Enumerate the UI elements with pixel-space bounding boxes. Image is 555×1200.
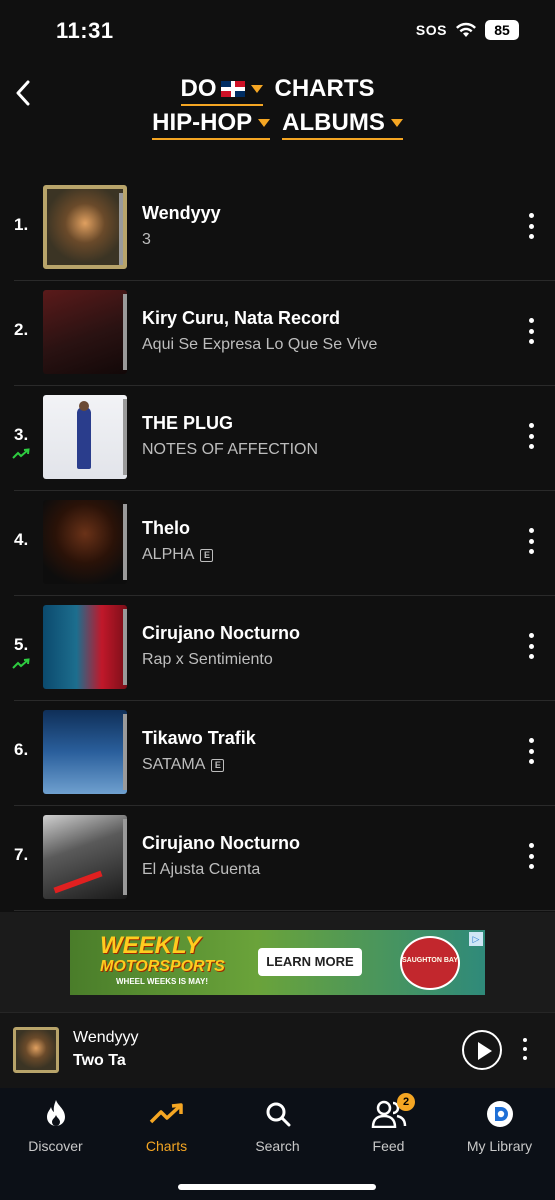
tab-feed[interactable]: 2 Feed xyxy=(333,1093,444,1154)
tab-label: Feed xyxy=(372,1138,405,1154)
artist-name: Cirujano Nocturno xyxy=(142,833,300,853)
artist-name: Tikawo Trafik xyxy=(142,728,256,748)
more-options-button[interactable] xyxy=(523,213,539,239)
caret-down-icon xyxy=(390,119,403,127)
tab-my-library[interactable]: My Library xyxy=(444,1098,555,1154)
album-cover xyxy=(43,395,127,479)
album-name: El Ajusta Cuenta xyxy=(142,861,261,878)
now-playing-track: Two Ta xyxy=(73,1052,126,1069)
sos-indicator: SOS xyxy=(415,22,447,38)
charts-title: CHARTS xyxy=(274,75,375,102)
tab-discover[interactable]: Discover xyxy=(0,1098,111,1154)
library-icon xyxy=(486,1101,513,1127)
artist-name: THE PLUG xyxy=(142,413,234,433)
ad-headline: WEEKLY xyxy=(100,932,201,959)
album-cover xyxy=(43,815,127,899)
chart-filters: DO CHARTS HIP-HOP ALBUMS xyxy=(0,72,555,140)
chart-list: 1. Wendyyy 3 2. Kiry Curu, Nata Record A… xyxy=(0,175,555,911)
ad-headline-2: MOTORSPORTS xyxy=(100,958,225,975)
chart-rank: 6. xyxy=(14,740,29,759)
wifi-icon xyxy=(456,22,476,37)
search-icon xyxy=(266,1102,290,1127)
chart-row[interactable]: 4. Thelo ALPHA E xyxy=(0,490,555,596)
chart-row[interactable]: 1. Wendyyy 3 xyxy=(0,175,555,281)
dominican-flag-icon xyxy=(220,81,245,97)
artist-name: Cirujano Nocturno xyxy=(142,623,300,643)
artist-name: Thelo xyxy=(142,518,190,538)
now-playing-cover xyxy=(13,1027,59,1073)
now-playing-artist: Wendyyy xyxy=(73,1029,139,1046)
album-name: NOTES OF AFFECTION xyxy=(142,441,319,458)
album-cover xyxy=(43,500,127,584)
chart-row[interactable]: 5. Cirujano Nocturno Rap x Sentimiento xyxy=(0,595,555,701)
tab-label: Search xyxy=(255,1138,300,1154)
tab-label: Discover xyxy=(28,1138,83,1154)
player-more-button[interactable] xyxy=(517,1038,533,1060)
tab-label: My Library xyxy=(466,1138,533,1154)
status-bar: 11:31 SOS 85 xyxy=(0,0,555,62)
feed-badge: 2 xyxy=(397,1093,415,1111)
mini-player[interactable]: Wendyyy Two Ta xyxy=(0,1012,555,1088)
chart-row[interactable]: 7. Cirujano Nocturno El Ajusta Cuenta xyxy=(0,805,555,911)
trending-up-icon xyxy=(12,448,30,459)
album-name: Rap x Sentimiento xyxy=(142,651,273,668)
status-icons: SOS 85 xyxy=(416,20,519,40)
chart-rank: 3. xyxy=(14,425,29,444)
tab-label: Charts xyxy=(145,1138,188,1154)
more-options-button[interactable] xyxy=(523,423,539,449)
ad-choices-icon[interactable]: ▷ xyxy=(469,932,483,946)
album-name: 3 xyxy=(142,231,151,248)
chart-rank: 2. xyxy=(14,320,29,339)
trending-icon xyxy=(149,1103,183,1124)
flame-icon xyxy=(46,1100,65,1126)
battery-icon: 85 xyxy=(485,20,519,40)
play-button[interactable] xyxy=(462,1030,502,1070)
album-cover xyxy=(43,185,127,269)
chart-row[interactable]: 2. Kiry Curu, Nata Record Aqui Se Expres… xyxy=(0,280,555,386)
country-code: DO xyxy=(180,75,217,102)
album-cover xyxy=(43,605,127,689)
album-name: Aqui Se Expresa Lo Que Se Vive xyxy=(142,336,378,353)
more-options-button[interactable] xyxy=(523,318,539,344)
chart-rank: 1. xyxy=(14,215,29,234)
more-options-button[interactable] xyxy=(523,738,539,764)
album-cover xyxy=(43,290,127,374)
explicit-icon: E xyxy=(200,548,214,562)
chart-rank: 7. xyxy=(14,845,29,864)
ad-banner[interactable]: WEEKLY MOTORSPORTS WHEEL WEEKS IS MAY! L… xyxy=(70,930,485,995)
caret-down-icon xyxy=(250,85,263,93)
home-indicator xyxy=(178,1184,376,1190)
ad-learn-more-button[interactable]: LEARN MORE xyxy=(258,948,362,976)
ad-subtext: WHEEL WEEKS IS MAY! xyxy=(116,977,209,986)
album-cover xyxy=(43,710,127,794)
caret-down-icon xyxy=(258,119,271,127)
chart-rank: 5. xyxy=(14,635,29,654)
artist-name: Wendyyy xyxy=(142,203,221,223)
country-selector[interactable]: DO xyxy=(180,75,263,106)
artist-name: Kiry Curu, Nata Record xyxy=(142,308,341,328)
more-options-button[interactable] xyxy=(523,528,539,554)
genre-label: HIP-HOP xyxy=(152,109,253,136)
more-options-button[interactable] xyxy=(523,843,539,869)
tab-charts[interactable]: Charts xyxy=(111,1098,222,1154)
album-name: ALPHA E xyxy=(142,546,214,564)
chart-rank: 4. xyxy=(14,530,29,549)
explicit-icon: E xyxy=(211,758,225,772)
trending-up-icon xyxy=(12,658,30,669)
chart-row[interactable]: 3. THE PLUG NOTES OF AFFECTION xyxy=(0,385,555,491)
album-name: SATAMA E xyxy=(142,756,225,774)
tab-search[interactable]: Search xyxy=(222,1098,333,1154)
chart-row[interactable]: 6. Tikawo Trafik SATAMA E xyxy=(0,700,555,806)
ad-area: WEEKLY MOTORSPORTS WHEEL WEEKS IS MAY! L… xyxy=(0,912,555,1012)
type-label: ALBUMS xyxy=(282,109,385,136)
ad-logo: SAUGHTON BAY xyxy=(400,936,460,990)
status-time: 11:31 xyxy=(56,18,114,43)
more-options-button[interactable] xyxy=(523,633,539,659)
genre-selector[interactable]: HIP-HOP xyxy=(152,109,271,140)
type-selector[interactable]: ALBUMS xyxy=(282,109,403,140)
